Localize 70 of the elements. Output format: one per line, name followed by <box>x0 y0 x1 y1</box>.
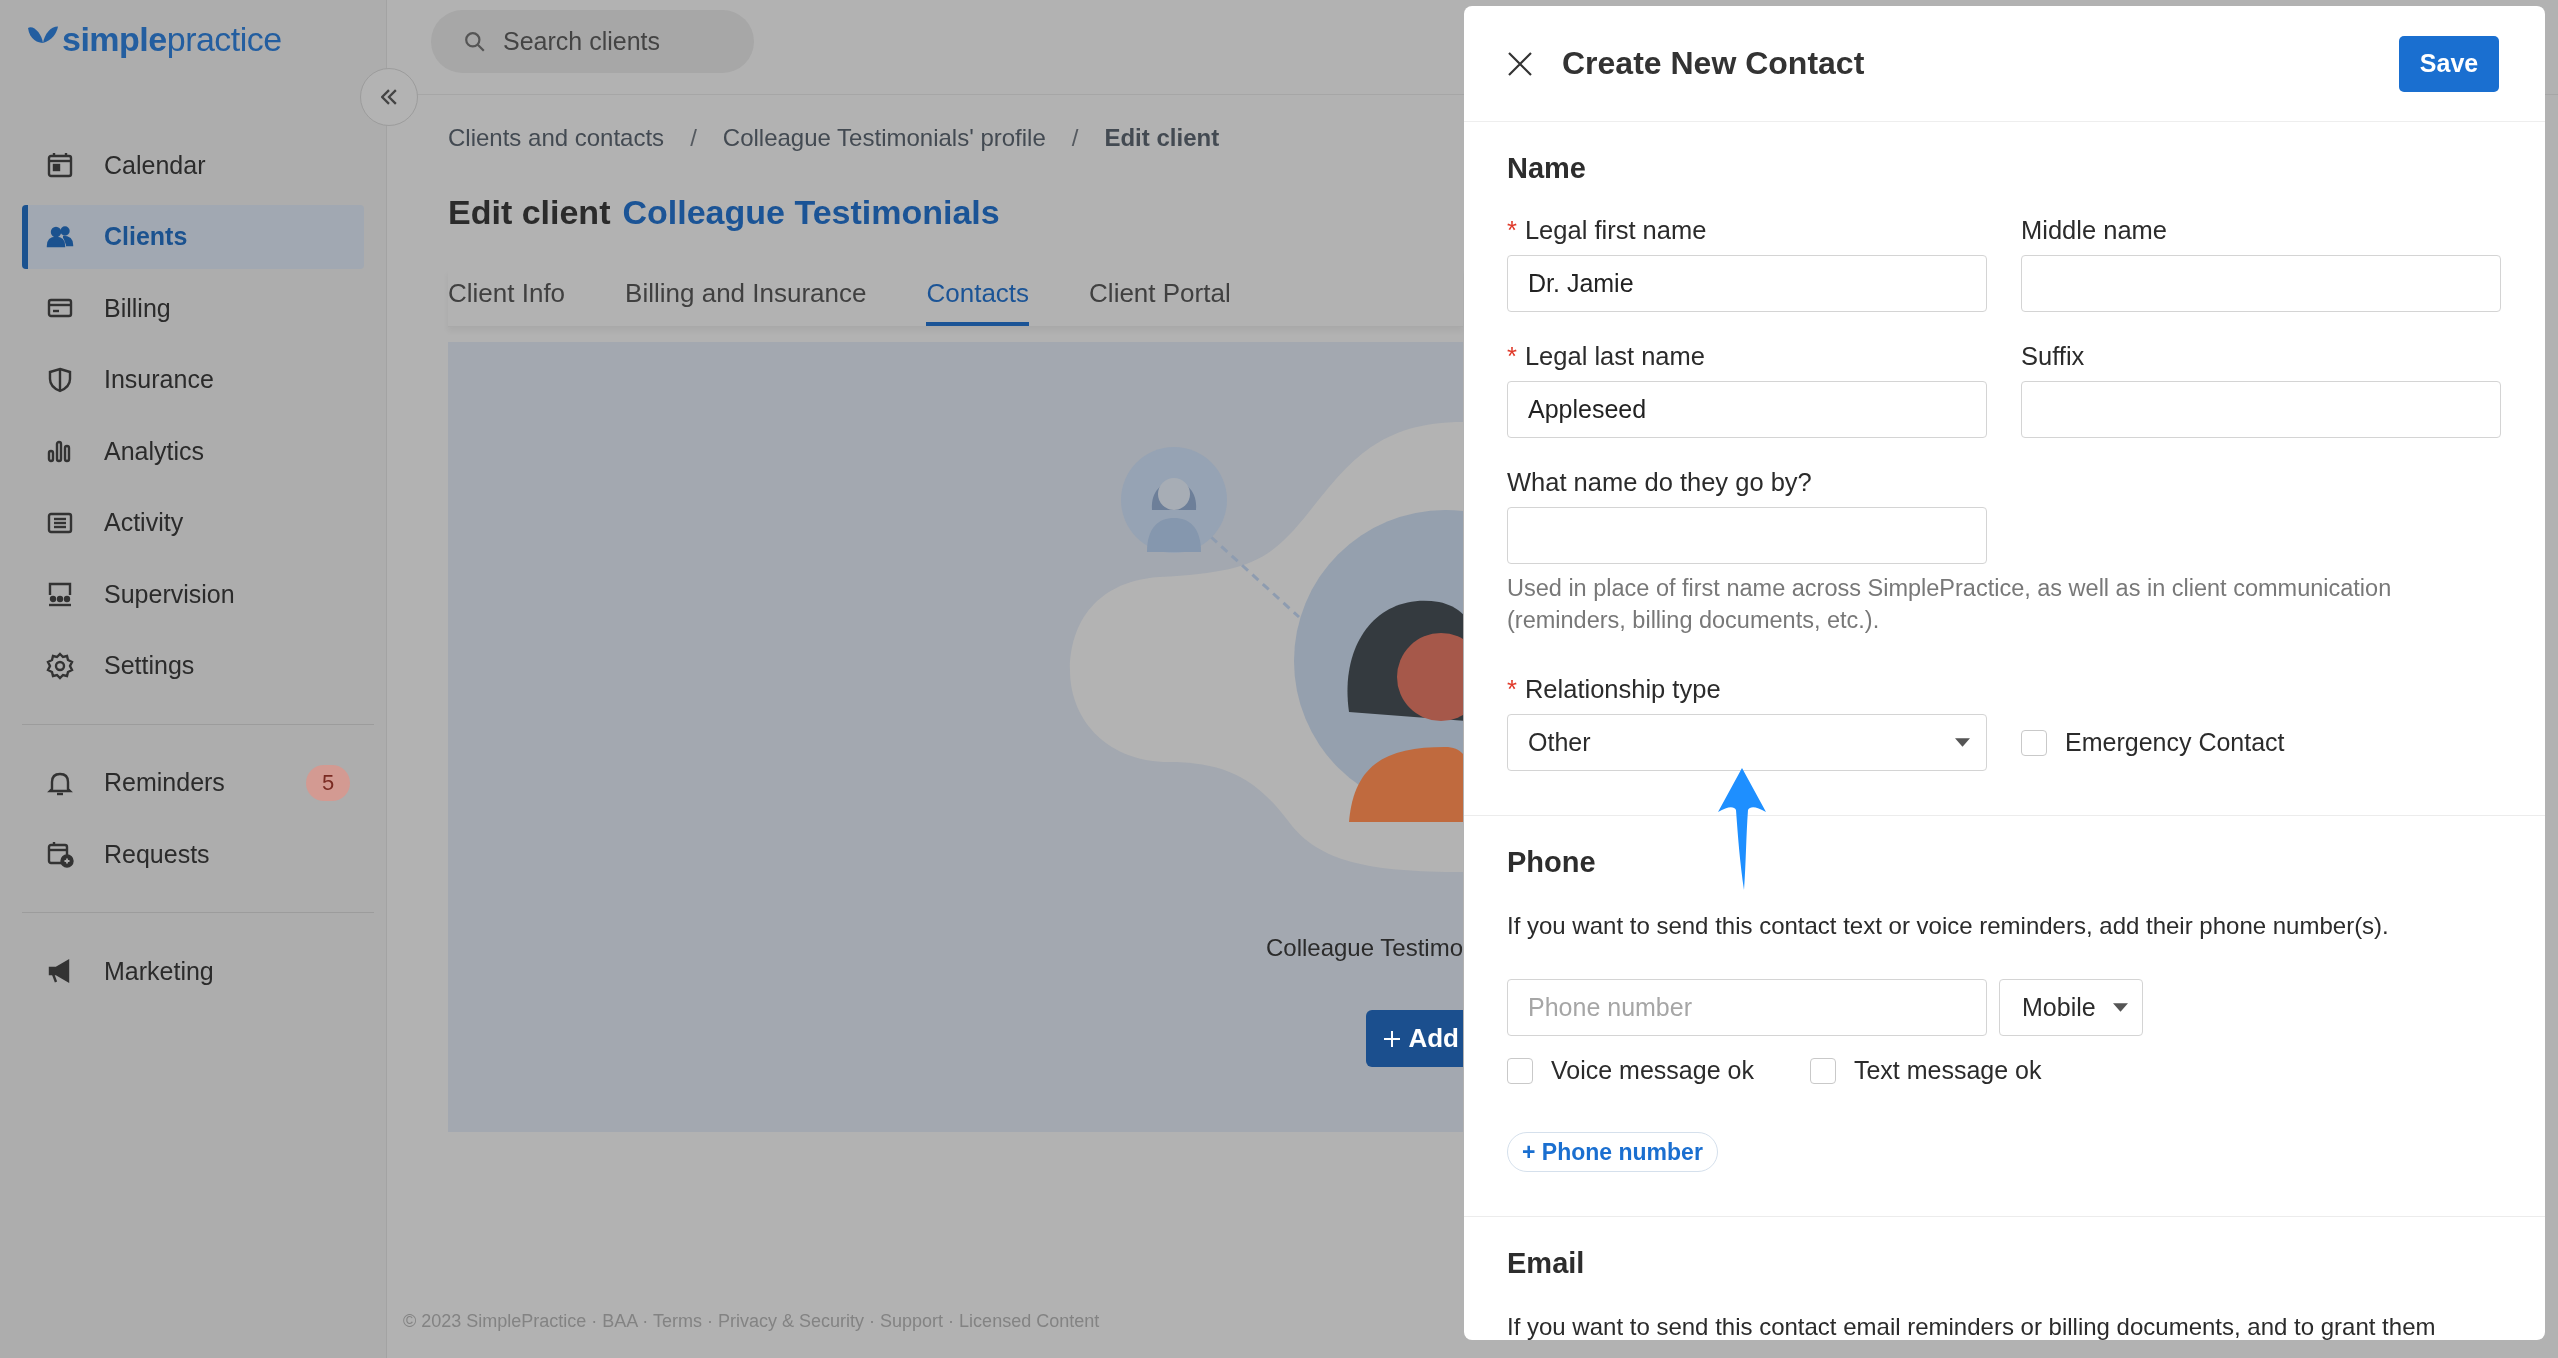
checkbox-label: Emergency Contact <box>2065 728 2285 757</box>
calendar-plus-icon <box>46 840 74 868</box>
group-screen-icon <box>46 580 74 608</box>
plus-icon <box>1382 1028 1403 1049</box>
sidebar-item[interactable]: Insurance <box>22 347 364 412</box>
tab[interactable]: Client Info <box>448 270 566 326</box>
close-icon[interactable] <box>1507 50 1533 77</box>
sidebar-item[interactable]: Requests <box>22 822 364 886</box>
required-mark: * <box>1507 341 1517 371</box>
search-icon <box>464 31 486 53</box>
help-text: Used in place of first name across SimplePractice, as well as in client communication (reminders, billing documents, etc.). <box>1507 574 2393 635</box>
phone-number-field[interactable]: Phone number <box>1507 979 1987 1036</box>
field-label: Legal first name <box>1524 215 1707 245</box>
calendar-icon <box>46 151 74 179</box>
tab[interactable]: Client Portal <box>1089 270 1231 326</box>
count-badge: 5 <box>306 764 350 801</box>
sidebar-item[interactable]: Activity <box>22 490 364 555</box>
section-heading: Name <box>1507 151 1587 186</box>
text-field[interactable] <box>2021 255 2501 312</box>
tab[interactable]: Contacts <box>926 270 1030 326</box>
required-mark: * <box>1507 215 1517 245</box>
checkbox[interactable] <box>2021 729 2047 756</box>
field-label: Middle name <box>2021 215 2167 245</box>
breadcrumb-separator: / <box>689 124 698 152</box>
search-field[interactable]: Search clients <box>431 10 754 73</box>
field-label: Relationship type <box>1524 674 1721 704</box>
text-field[interactable] <box>2021 381 2501 438</box>
settings-icon <box>46 651 74 680</box>
breadcrumb-separator: / <box>1070 124 1080 152</box>
butterfly-logo-icon <box>28 26 58 44</box>
panel-title: Create New Contact <box>1562 45 1866 82</box>
field-label: Legal last name <box>1524 341 1705 371</box>
add-phone-number-button[interactable]: + Phone number <box>1507 1132 1718 1172</box>
contact-name: Colleague Testimo <box>1266 934 1463 962</box>
sidebar-item[interactable]: Calendar <box>22 133 364 197</box>
sidebar-item[interactable]: Marketing <box>22 939 364 1003</box>
sidebar-item[interactable]: Reminders 5 <box>22 750 364 815</box>
checkbox[interactable] <box>1507 1057 1533 1084</box>
checkbox-label: Voice message ok <box>1551 1056 1754 1085</box>
section-heading: Email <box>1507 1246 1586 1281</box>
shield-icon <box>46 365 74 394</box>
text-field[interactable] <box>1507 507 1987 564</box>
sidebar-item[interactable]: Clients <box>22 204 364 269</box>
client-name-link[interactable]: Colleague Testimonials <box>622 193 1000 232</box>
breadcrumb-link[interactable]: Clients and contacts <box>448 124 665 152</box>
text-field[interactable]: Dr. Jamie <box>1507 255 1987 312</box>
section-description: If you want to send this contact text or voice reminders, add their phone number(s). <box>1507 911 2390 941</box>
breadcrumb-link[interactable]: Edit client <box>1104 124 1220 152</box>
caret-icon <box>1955 738 1970 747</box>
tab[interactable]: Billing and Insurance <box>625 270 867 326</box>
text-field[interactable]: Appleseed <box>1507 381 1987 438</box>
page-title: Edit client <box>448 193 611 232</box>
field-label: Suffix <box>2021 341 2085 371</box>
breadcrumb-link[interactable]: Colleague Testimonials' profile <box>722 124 1046 152</box>
field-label: What name do they go by? <box>1507 467 1812 497</box>
section-heading: Phone <box>1507 845 1597 880</box>
phone-type-dropdown[interactable]: Mobile <box>1999 979 2143 1036</box>
save-button[interactable]: Save <box>2399 35 2499 92</box>
checkbox-label: Text message ok <box>1853 1056 2042 1085</box>
sidebar-item[interactable]: Billing <box>22 276 364 340</box>
checkbox[interactable] <box>1809 1057 1836 1084</box>
double-chevron-left-icon <box>381 89 397 105</box>
required-mark: * <box>1507 674 1517 704</box>
sidebar-item[interactable]: Supervision <box>22 562 364 626</box>
caret-icon <box>2113 1003 2128 1012</box>
sidebar-item[interactable]: Analytics <box>22 419 364 483</box>
sidebar-item[interactable]: Settings <box>22 633 364 698</box>
add-contact-button[interactable]: Add <box>1366 1010 1463 1067</box>
relationship-dropdown[interactable]: Other <box>1507 714 1987 771</box>
section-description: If you want to send this contact email reminders or billing documents, and to grant them <box>1507 1312 2437 1340</box>
